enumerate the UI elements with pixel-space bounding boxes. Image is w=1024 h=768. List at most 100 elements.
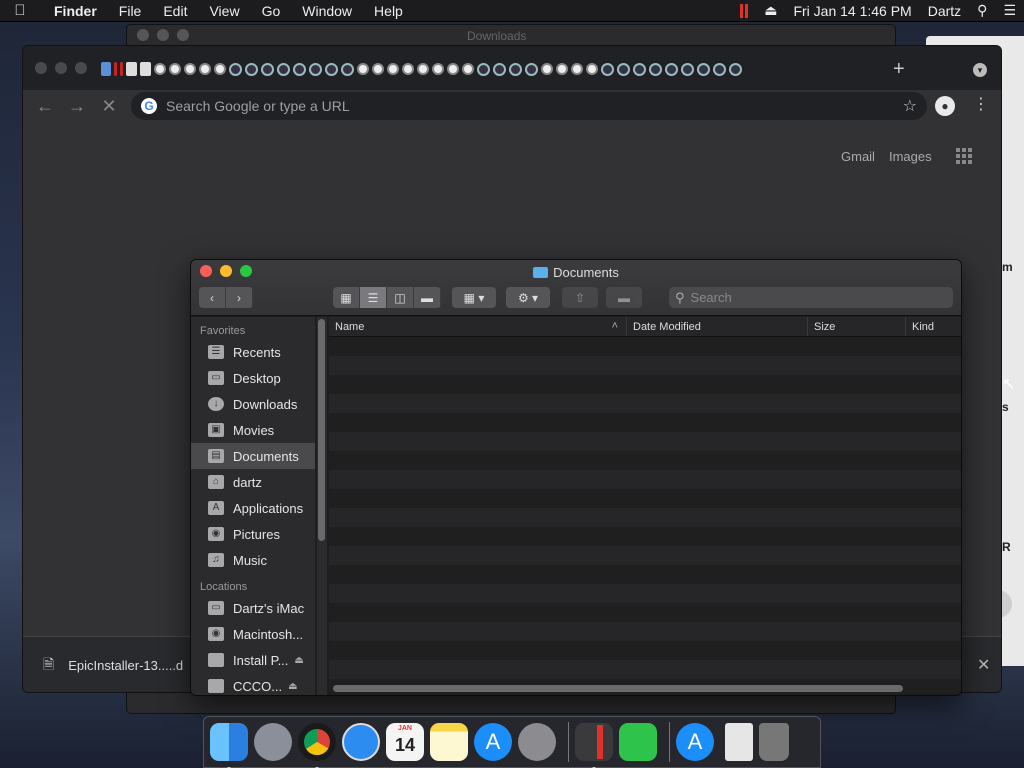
app-menu[interactable]: Finder: [40, 3, 108, 19]
document-dock-icon[interactable]: [725, 723, 753, 761]
tab-favicon[interactable]: [417, 63, 429, 75]
tab-favicon[interactable]: [681, 62, 694, 76]
tab-favicon[interactable]: [120, 62, 123, 76]
chrome-dock-icon[interactable]: [298, 723, 336, 768]
bookmark-star-icon[interactable]: ☆: [903, 96, 917, 116]
tab-favicon[interactable]: [541, 63, 553, 75]
menu-window[interactable]: Window: [291, 3, 363, 19]
tab-favicon[interactable]: [525, 62, 538, 76]
tab-favicon[interactable]: [432, 63, 444, 75]
share-button[interactable]: ⇧: [562, 287, 598, 308]
sidebar-item-downloads[interactable]: ↓ Downloads: [191, 391, 315, 417]
clock[interactable]: Fri Jan 14 1:46 PM: [785, 3, 919, 19]
search-field[interactable]: ⚲ Search: [669, 287, 953, 308]
gmail-link[interactable]: Gmail: [841, 149, 875, 164]
tab-favicon[interactable]: [586, 63, 598, 75]
profile-icon[interactable]: ●: [935, 96, 955, 116]
apps-grid-icon[interactable]: [955, 148, 972, 164]
safari-dock-icon[interactable]: [342, 723, 380, 761]
user-menu[interactable]: Dartz: [920, 3, 969, 19]
horizontal-scrollbar[interactable]: [333, 685, 903, 692]
tab-favicon[interactable]: [387, 63, 399, 75]
column-date-modified[interactable]: Date Modified: [627, 317, 808, 336]
notes-dock-icon[interactable]: [430, 723, 468, 761]
system-preferences-dock-icon[interactable]: [518, 723, 556, 761]
icon-view-icon[interactable]: ▦: [333, 287, 360, 308]
menu-help[interactable]: Help: [363, 3, 414, 19]
tab-favicon[interactable]: [729, 62, 742, 76]
column-view-icon[interactable]: ◫: [387, 287, 414, 308]
tab-favicon[interactable]: [713, 62, 726, 76]
sidebar-item-pictures[interactable]: ◉ Pictures: [191, 521, 315, 547]
back-icon[interactable]: ‹: [199, 287, 226, 308]
action-button[interactable]: ⚙ ▾: [506, 287, 550, 308]
menu-file[interactable]: File: [108, 3, 153, 19]
tab-favicon[interactable]: [199, 63, 211, 75]
menu-edit[interactable]: Edit: [152, 3, 198, 19]
more-menu-icon[interactable]: ⋮: [973, 94, 989, 114]
app-store-dock-icon[interactable]: A: [474, 723, 512, 761]
tab-favicon[interactable]: [493, 62, 506, 76]
column-kind[interactable]: Kind: [906, 317, 961, 336]
sidebar-item-install[interactable]: Install P... ⏏: [191, 647, 315, 673]
tab-favicon[interactable]: [245, 62, 258, 76]
new-tab-icon[interactable]: +: [893, 58, 905, 81]
close-downloads-icon[interactable]: ✕: [977, 655, 990, 675]
group-by-button[interactable]: ▦ ▾: [452, 287, 496, 308]
sidebar-item-recents[interactable]: ☰ Recents: [191, 339, 315, 365]
list-view-icon[interactable]: ☰: [360, 287, 387, 308]
gallery-view-icon[interactable]: ▬: [414, 287, 441, 308]
column-size[interactable]: Size: [808, 317, 906, 336]
column-name[interactable]: Name ˄: [329, 317, 627, 336]
tab-favicon[interactable]: [261, 62, 274, 76]
tab-favicon[interactable]: [293, 62, 306, 76]
tab-favicon[interactable]: [372, 63, 384, 75]
facetime-dock-icon[interactable]: [619, 723, 657, 761]
tab-favicon[interactable]: [462, 63, 474, 75]
tab-favicon[interactable]: [169, 63, 181, 75]
launchpad-dock-icon[interactable]: [254, 723, 292, 761]
tab-favicon[interactable]: [184, 63, 196, 75]
back-icon[interactable]: ←: [29, 96, 61, 117]
sidebar-item-applications[interactable]: A Applications: [191, 495, 315, 521]
tab-favicon[interactable]: [357, 63, 369, 75]
eject-icon[interactable]: ⏏: [288, 681, 297, 692]
download-item[interactable]: EpicInstaller-13.....d: [68, 658, 183, 673]
tab-favicons[interactable]: [101, 62, 742, 76]
tab-favicon[interactable]: [309, 62, 322, 76]
tab-search-icon[interactable]: ▾: [973, 63, 987, 77]
tab-favicon[interactable]: [114, 62, 117, 76]
spotlight-icon[interactable]: ⚲: [969, 2, 995, 19]
tab-favicon[interactable]: [633, 62, 646, 76]
images-link[interactable]: Images: [889, 149, 932, 164]
apple-menu-icon[interactable]: : [0, 2, 40, 19]
tag-button[interactable]: ▬: [606, 287, 642, 308]
tab-favicon[interactable]: [154, 63, 166, 75]
sidebar-item-movies[interactable]: ▣ Movies: [191, 417, 315, 443]
stop-icon[interactable]: ✕: [93, 96, 125, 117]
tab-favicon[interactable]: [649, 62, 662, 76]
tab-favicon[interactable]: [140, 62, 151, 76]
tab-favicon[interactable]: [101, 62, 111, 76]
sidebar-item-ccco[interactable]: CCCO... ⏏: [191, 673, 315, 695]
finder-dock-icon[interactable]: [210, 723, 248, 768]
tab-favicon[interactable]: [617, 62, 630, 76]
sidebar-item-imac[interactable]: ▭ Dartz's iMac: [191, 595, 315, 621]
tab-favicon[interactable]: [601, 62, 614, 76]
status-bars-icon[interactable]: [732, 3, 756, 18]
sidebar-item-music[interactable]: ♫ Music: [191, 547, 315, 573]
app-dock-icon[interactable]: [575, 723, 613, 768]
eject-icon[interactable]: ⏏: [756, 2, 785, 19]
sidebar-item-desktop[interactable]: ▭ Desktop: [191, 365, 315, 391]
trash-dock-icon[interactable]: [759, 723, 789, 761]
sidebar-item-documents[interactable]: ▤ Documents: [191, 443, 315, 469]
tab-favicon[interactable]: [697, 62, 710, 76]
tab-favicon[interactable]: [341, 62, 354, 76]
tab-favicon[interactable]: [477, 62, 490, 76]
sidebar-scrollbar[interactable]: [317, 317, 327, 695]
eject-icon[interactable]: ⏏: [294, 655, 303, 666]
tab-favicon[interactable]: [277, 62, 290, 76]
tab-favicon[interactable]: [447, 63, 459, 75]
calendar-dock-icon[interactable]: JAN 14: [386, 723, 424, 761]
tab-favicon[interactable]: [126, 62, 137, 76]
